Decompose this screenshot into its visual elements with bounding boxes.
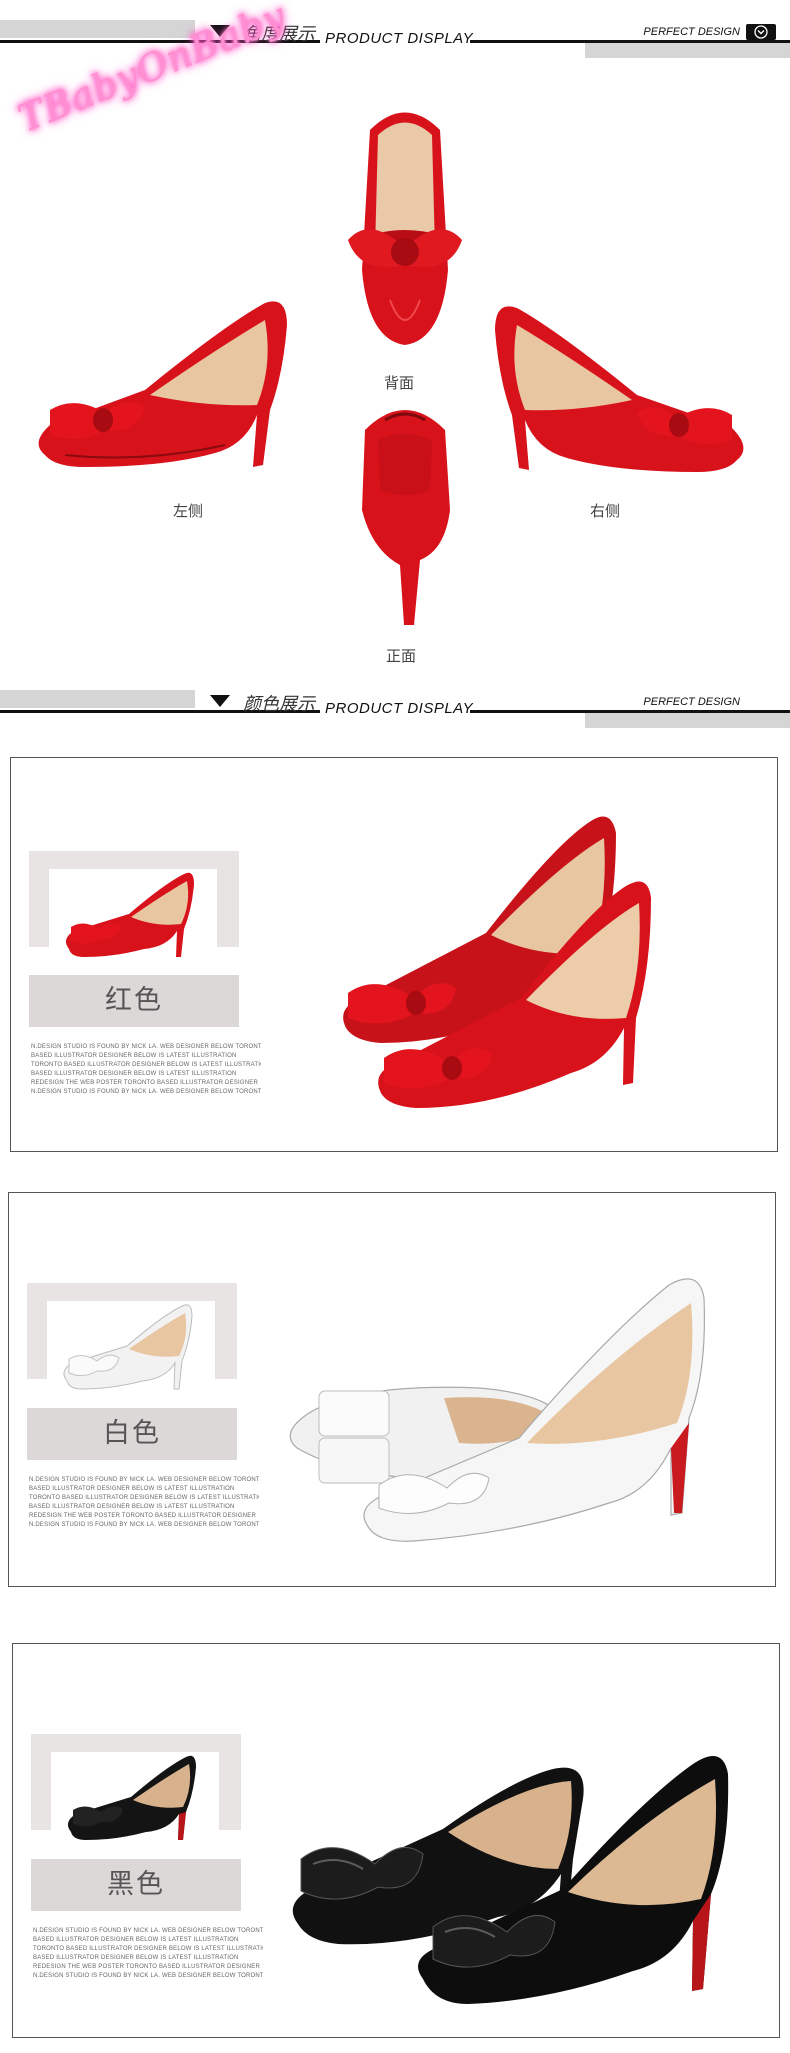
thumbnail-frame: [49, 869, 217, 963]
shoe-front-view: [362, 410, 450, 625]
color-name-white: 白色: [27, 1408, 237, 1460]
color-name-red: 红色: [29, 975, 239, 1027]
section-toggle-button[interactable]: [746, 24, 776, 40]
perfect-design-label: PERFECT DESIGN: [643, 26, 740, 38]
color-thumbnail-black[interactable]: [31, 1734, 241, 1846]
header-divider: [470, 710, 790, 713]
perfect-design-label: PERFECT DESIGN: [643, 696, 740, 708]
view-label-left: 左侧: [173, 502, 204, 520]
chevron-down-icon: [754, 25, 768, 39]
section-title-en: PRODUCT DISPLAY: [325, 30, 474, 47]
section-header-angle: 角度展示 PRODUCT DISPLAY PERFECT DESIGN: [0, 20, 790, 60]
section-title-en: PRODUCT DISPLAY: [325, 700, 474, 717]
view-label-front: 正面: [386, 647, 417, 665]
shoe-thumbnail-black: [67, 1755, 196, 1840]
color-thumbnail-red[interactable]: [29, 851, 239, 963]
shoe-pair-red: [343, 816, 651, 1108]
color-card-white: 白色 N.DESIGN STUDIO IS FOUND BY NICK LA. …: [8, 1192, 776, 1587]
description-text: N.DESIGN STUDIO IS FOUND BY NICK LA. WEB…: [33, 1928, 263, 1979]
header-divider: [470, 40, 790, 43]
header-decoration: [0, 20, 195, 38]
color-name-black: 黑色: [31, 1859, 241, 1911]
shoe-pair-white: [289, 1278, 706, 1542]
shoe-pair-black: [292, 1756, 729, 2004]
shoe-right-view: [495, 306, 744, 472]
shoe-left-view: [38, 301, 287, 467]
section-header-color: 颜色展示 PRODUCT DISPLAY PERFECT DESIGN: [0, 690, 790, 730]
shoe-thumbnail-white: [63, 1304, 193, 1390]
color-thumbnail-white[interactable]: [27, 1283, 237, 1395]
section-title-cn: 颜色展示: [243, 694, 315, 715]
description-text: N.DESIGN STUDIO IS FOUND BY NICK LA. WEB…: [29, 1477, 259, 1528]
color-card-red: 红色 N.DESIGN STUDIO IS FOUND BY NICK LA. …: [10, 757, 778, 1152]
thumbnail-frame: [51, 1752, 219, 1846]
view-label-back: 背面: [384, 374, 415, 392]
description-text: N.DESIGN STUDIO IS FOUND BY NICK LA. WEB…: [31, 1044, 261, 1095]
triangle-icon: [210, 695, 230, 707]
shoe-back-view: [348, 112, 462, 345]
color-card-black: 黑色 N.DESIGN STUDIO IS FOUND BY NICK LA. …: [12, 1643, 780, 2038]
thumbnail-frame: [47, 1301, 215, 1395]
view-label-right: 右侧: [590, 502, 621, 520]
header-decoration: [0, 690, 195, 708]
shoe-thumbnail-red: [65, 872, 194, 957]
